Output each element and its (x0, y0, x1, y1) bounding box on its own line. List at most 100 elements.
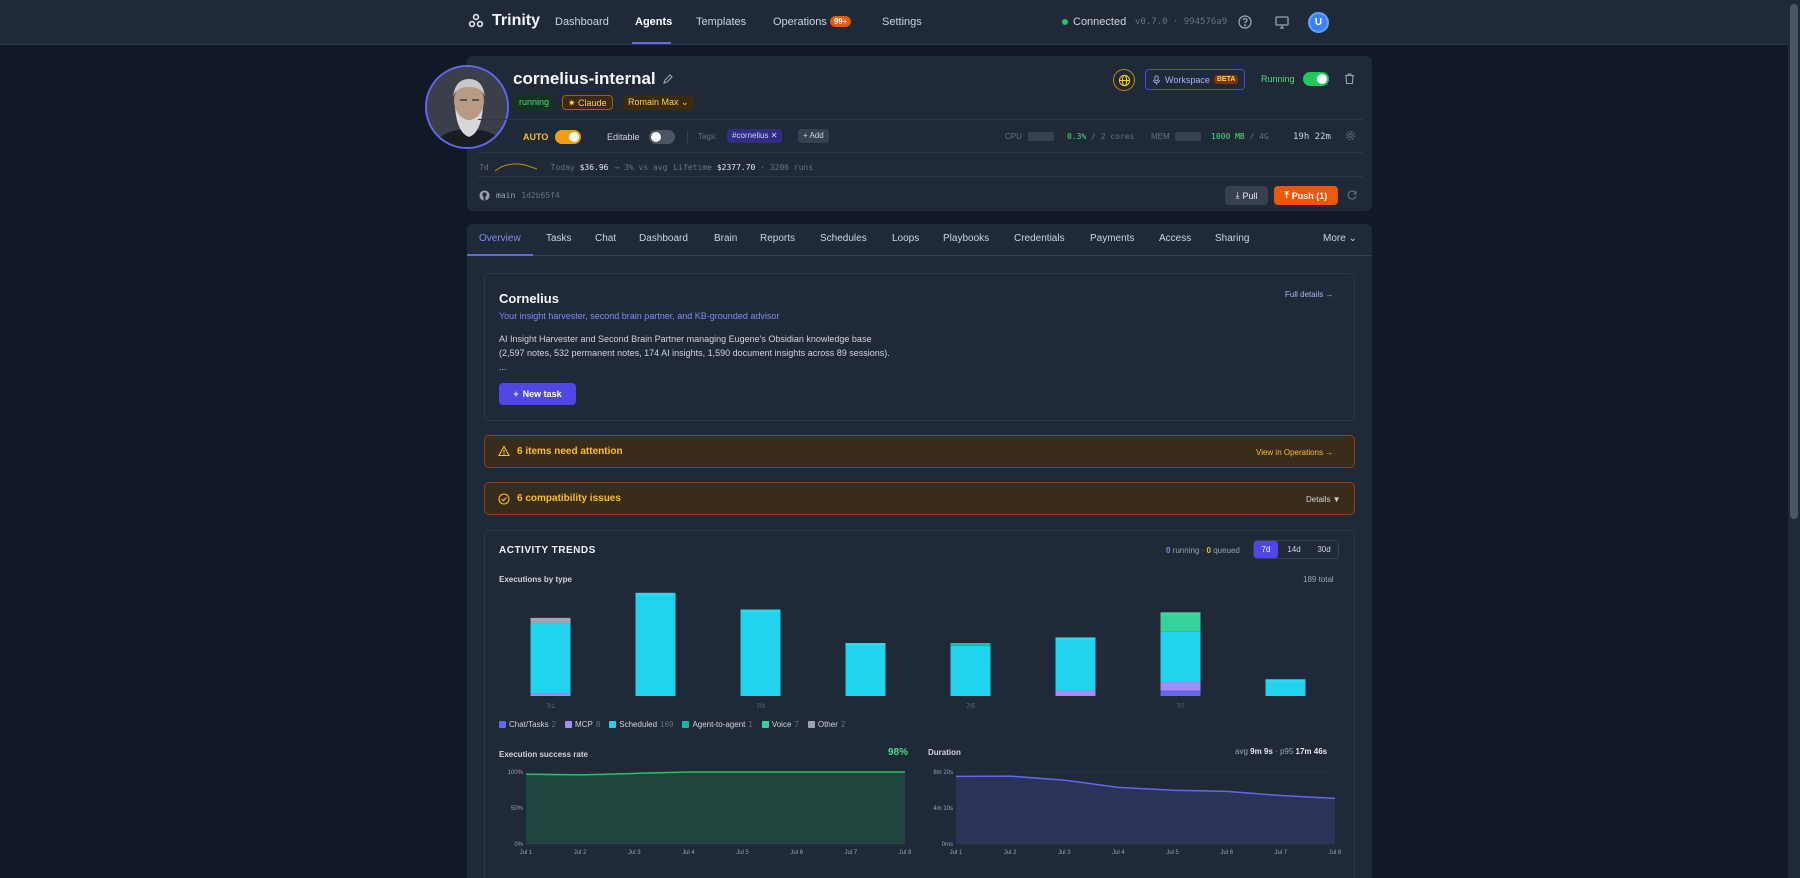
connection-label: Connected (1073, 16, 1127, 28)
bar-top (740, 609, 781, 613)
tab-credentials[interactable]: Credentials (1014, 233, 1065, 244)
cpu-bar (1028, 132, 1054, 141)
legend-swatch (682, 721, 690, 728)
mem-bar (1175, 132, 1201, 141)
workspace-label: Workspace (1165, 74, 1210, 85)
tab-tasks[interactable]: Tasks (546, 233, 572, 244)
running-count-label: running · (1172, 546, 1205, 555)
tab-overview[interactable]: Overview (479, 233, 521, 244)
nav-templates[interactable]: Templates (696, 16, 746, 28)
gear-icon[interactable] (1345, 130, 1356, 141)
duration-p95: 17m 46s (1295, 747, 1328, 756)
range-30d[interactable]: 30d (1310, 541, 1338, 558)
tab-playbooks[interactable]: Playbooks (943, 233, 989, 244)
legend-count: 7 (794, 720, 799, 729)
new-task-button[interactable]: + New task (499, 383, 576, 405)
x-tick-label: Jul 2 (1004, 850, 1017, 856)
vs-avg: → 3% vs avg (614, 162, 668, 172)
x-tick-label: Jul 6 (1220, 850, 1233, 856)
mem-total: / 4G (1249, 132, 1269, 141)
cost-row: 7d Today $36.96 → 3% vs avg Lifetime $23… (479, 161, 813, 173)
globe-icon (1118, 74, 1130, 86)
tags-label: Tags: (698, 132, 718, 141)
attention-text: 6 items need attention (517, 446, 623, 457)
tab-access[interactable]: Access (1159, 233, 1191, 244)
x-tick-label: Jul 4 (1112, 850, 1125, 856)
x-tick-label: Jul 7 (845, 850, 858, 856)
help-icon[interactable] (1237, 14, 1253, 30)
tab-sharing[interactable]: Sharing (1215, 233, 1249, 244)
full-details-link[interactable]: Full details → (1285, 290, 1333, 299)
today-cost: $36.96 (579, 162, 609, 172)
compatibility-details-toggle[interactable]: Details ▼ (1306, 495, 1341, 504)
upload-icon: ⤒ (1284, 190, 1289, 200)
bar-segment (635, 592, 676, 696)
check-circle-icon (498, 493, 510, 505)
x-tick-label: Jul 3 (1058, 850, 1071, 856)
legend-item: Scheduled 169 (609, 720, 673, 729)
push-button[interactable]: ⤒ Push (1) (1274, 186, 1338, 205)
nav-operations[interactable]: Operations 99+ (773, 16, 852, 28)
area-fill (956, 776, 1335, 844)
cpu-label: CPU (1005, 132, 1022, 141)
scrollbar-thumb[interactable] (1790, 4, 1798, 519)
tab-payments[interactable]: Payments (1090, 233, 1134, 244)
add-tag-button[interactable]: + Add (798, 129, 829, 143)
range-7d[interactable]: 7d (1254, 541, 1278, 558)
delete-icon[interactable] (1343, 72, 1356, 85)
tag-chip[interactable]: #cornelius ✕ (727, 129, 783, 143)
edit-name-icon[interactable] (662, 73, 674, 85)
brand[interactable]: Trinity (468, 12, 540, 30)
tab-reports[interactable]: Reports (760, 233, 795, 244)
y-tick-label: 8m 20s (933, 770, 953, 776)
nav-dashboard[interactable]: Dashboard (555, 16, 609, 28)
running-toggle[interactable] (1303, 72, 1329, 86)
executions-bar-chart: 7/1 7/3 7/5 7/7 (530, 592, 1306, 710)
editable-toggle[interactable] (649, 130, 675, 144)
agent-description: AI Insight Harvester and Second Brain Pa… (499, 332, 1059, 374)
tab-dashboard[interactable]: Dashboard (639, 233, 688, 244)
git-branch: main (496, 191, 516, 200)
tab-loops[interactable]: Loops (892, 233, 919, 244)
x-tick-label: Jul 5 (736, 850, 749, 856)
agent-tagline: Your insight harvester, second brain par… (499, 311, 780, 321)
status-badge: running (514, 95, 555, 110)
tab-brain[interactable]: Brain (714, 233, 737, 244)
legend-count: 169 (660, 720, 674, 729)
view-operations-link[interactable]: View in Operations → (1256, 448, 1333, 457)
editable-label: Editable (607, 132, 640, 142)
bar-segment (1055, 637, 1096, 691)
x-tick-label: 7/7 (1176, 704, 1185, 710)
workspace-button[interactable]: Workspace BETA (1145, 69, 1246, 90)
chevron-down-icon: ⌄ (681, 97, 689, 107)
legend-swatch (609, 721, 617, 728)
plus-icon: + (513, 389, 519, 399)
nav-agents[interactable]: Agents (635, 16, 672, 28)
description-more[interactable]: ... (499, 360, 1059, 374)
monitor-icon[interactable] (1274, 14, 1290, 30)
legend-label: Agent-to-agent (692, 720, 746, 729)
legend-item: Voice 7 (761, 720, 799, 729)
legend-swatch (499, 721, 506, 728)
tab-chat[interactable]: Chat (595, 233, 616, 244)
auto-toggle[interactable] (555, 130, 581, 144)
nav-settings[interactable]: Settings (882, 16, 922, 28)
remove-tag-icon[interactable]: ✕ (771, 131, 778, 140)
agent-name: cornelius-internal (513, 69, 656, 88)
public-link-button[interactable] (1113, 69, 1135, 91)
tab-more[interactable]: More ⌄ (1323, 233, 1357, 244)
x-tick-label: Jul 6 (790, 850, 803, 856)
x-tick-label: Jul 4 (682, 850, 695, 856)
trinity-logo-icon (468, 13, 484, 28)
tab-schedules[interactable]: Schedules (820, 233, 867, 244)
new-task-label: New task (522, 389, 562, 399)
owner-dropdown[interactable]: Romain Max ⌄ (623, 95, 694, 110)
header-divider (478, 119, 1363, 120)
scrollbar[interactable] (1788, 0, 1800, 878)
pull-button[interactable]: ⤓ Pull (1225, 186, 1268, 205)
user-avatar[interactable]: U (1308, 12, 1329, 33)
pull-label: Pull (1242, 190, 1258, 201)
refresh-icon[interactable] (1346, 189, 1358, 201)
range-14d[interactable]: 14d (1280, 541, 1308, 558)
github-icon (479, 190, 490, 201)
